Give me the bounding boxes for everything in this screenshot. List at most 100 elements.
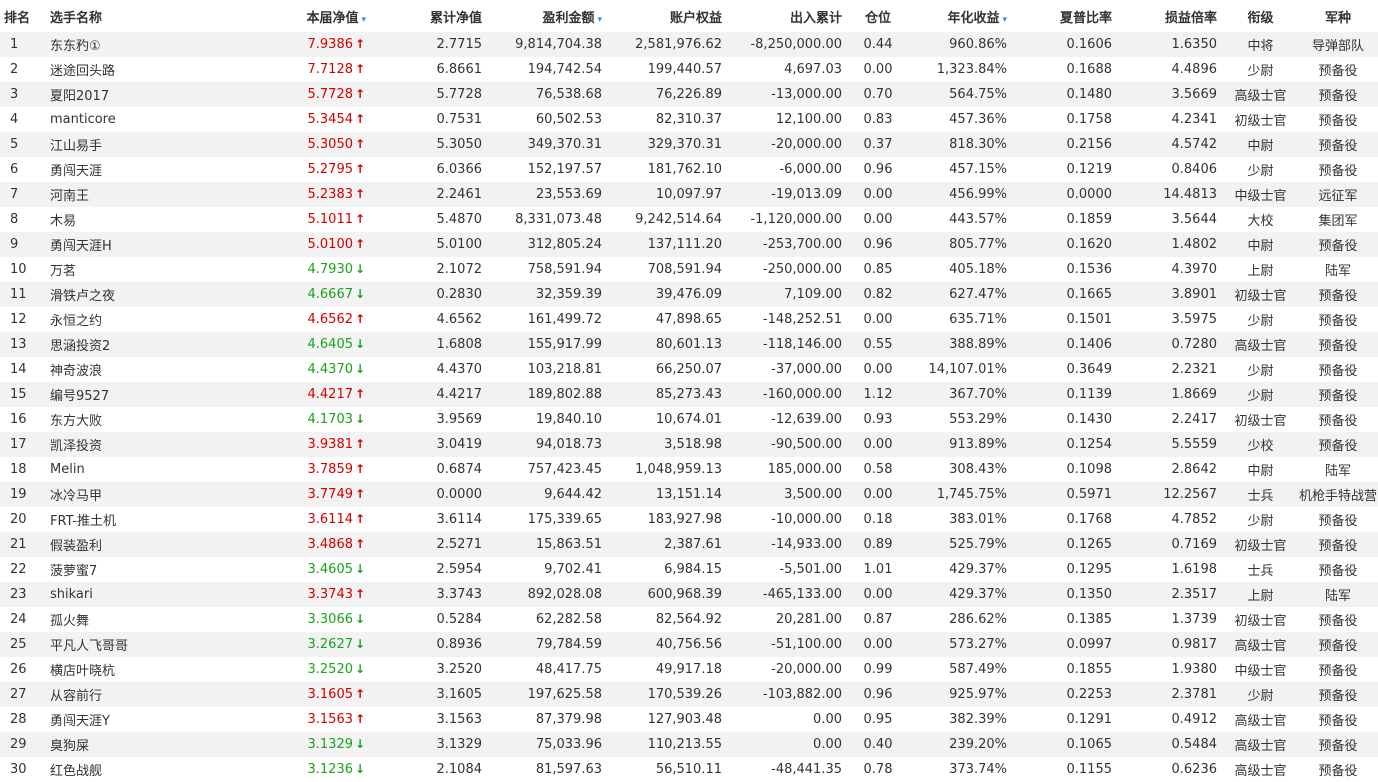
col-flow-header[interactable]: 出入累计: [728, 0, 848, 32]
cell-sharpe: 0.1350: [1066, 587, 1113, 602]
cell-position: 0.83: [863, 112, 893, 127]
cell-rank-title: 中尉: [1247, 239, 1274, 254]
cell-player-name[interactable]: 孤火舞: [44, 607, 248, 632]
table-row[interactable]: 2 迷途回头路 7.7128 ↑ 6.8661 194,742.54 199,440.57 4…: [0, 57, 1378, 82]
table-row[interactable]: 1 东东䂆① 7.9386 ↑ 2.7715 9,814,704.38 2,581,976.…: [0, 32, 1378, 57]
cell-player-name[interactable]: 勇闯天涯: [44, 157, 248, 182]
cell-pl-ratio: 4.3970: [1171, 262, 1218, 277]
cell-player-name[interactable]: 东东䂆①: [44, 32, 248, 57]
cell-equity: 10,674.01: [655, 412, 722, 427]
col-sharpe-header[interactable]: 夏普比率: [1013, 0, 1118, 32]
cell-player-name[interactable]: 勇闯天涯Y: [44, 707, 248, 732]
table-row[interactable]: 17 凯泽投资 3.9381 ↑ 3.0419 94,018.73 3,518.98 -90,…: [0, 432, 1378, 457]
cell-player-name[interactable]: 万茗: [44, 257, 248, 282]
cell-profit: 9,814,704.38: [515, 37, 602, 52]
sort-desc-icon[interactable]: ▾: [1002, 15, 1007, 25]
cell-player-name[interactable]: 河南王: [44, 182, 248, 207]
col-rank-title-header[interactable]: 衔级: [1223, 0, 1298, 32]
table-row[interactable]: 4 manticore 5.3454 ↑ 0.7531 60,502.53 82,310.3…: [0, 107, 1378, 132]
cell-player-name[interactable]: 迷途回头路: [44, 57, 248, 82]
cell-player-name[interactable]: 江山易手: [44, 132, 248, 157]
cell-current-nav: 3.4868 ↑: [248, 532, 378, 557]
cell-player-name[interactable]: 臭狗屎: [44, 732, 248, 757]
cell-player-name[interactable]: 编号9527: [44, 382, 248, 407]
cell-current-nav: 3.3066 ↓: [248, 607, 378, 632]
cell-player-name[interactable]: 红色战舰: [44, 757, 248, 782]
cell-flow: -13,000.00: [771, 87, 842, 102]
cell-position: 0.55: [863, 337, 893, 352]
col-position-header[interactable]: 仓位: [848, 0, 908, 32]
cell-player-name[interactable]: 木易: [44, 207, 248, 232]
table-row[interactable]: 21 假装盈利 3.4868 ↑ 2.5271 15,863.51 2,387.61 -14,…: [0, 532, 1378, 557]
cell-player-name[interactable]: 夏阳2017: [44, 82, 248, 107]
cell-equity: 183,927.98: [647, 512, 722, 527]
cell-rank: 28: [10, 712, 27, 727]
col-cum-nav-header[interactable]: 累计净值: [378, 0, 488, 32]
cell-cumulative-nav: 4.6562: [436, 312, 483, 327]
cell-cumulative-nav: 3.0419: [436, 437, 483, 452]
table-row[interactable]: 27 从容前行 3.1605 ↑ 3.1605 197,625.58 170,539.26-…: [0, 682, 1378, 707]
sort-desc-icon[interactable]: ▾: [361, 15, 366, 25]
cell-player-name[interactable]: 东方大败: [44, 407, 248, 432]
table-row[interactable]: 14 神奇波浪 4.4370 ↓ 4.4370 103,218.81 66,250.07 -3…: [0, 357, 1378, 382]
table-row[interactable]: 6 勇闯天涯 5.2795 ↑ 6.0366 152,197.57 181,762.10 -6…: [0, 157, 1378, 182]
cell-player-name[interactable]: 冰冷马甲: [44, 482, 248, 507]
col-pl-ratio-header[interactable]: 损益倍率: [1118, 0, 1223, 32]
table-row[interactable]: 28 勇闯天涯Y 3.1563 ↑ 3.1563 87,379.98 127,903.48 0…: [0, 707, 1378, 732]
table-row[interactable]: 11 滑铁卢之夜 4.6667 ↓ 0.2830 32,359.39 39,476.09 7,…: [0, 282, 1378, 307]
cell-equity: 6,984.15: [664, 562, 722, 577]
cell-player-name[interactable]: 滑铁卢之夜: [44, 282, 248, 307]
col-rank-header[interactable]: 排名: [0, 0, 44, 32]
cell-player-name[interactable]: 从容前行: [44, 682, 248, 707]
table-row[interactable]: 8 木易 5.1011 ↑ 5.4870 8,331,073.48 9,242,514.64…: [0, 207, 1378, 232]
cell-annual-return: 429.37%: [949, 587, 1007, 602]
table-row[interactable]: 10 万茗 4.7930 ↓ 2.1072 758,591.94 708,591.94 -25…: [0, 257, 1378, 282]
table-row[interactable]: 23 shikari 3.3743 ↑ 3.3743 892,028.08 600,968.…: [0, 582, 1378, 607]
table-row[interactable]: 9 勇闯天涯H 5.0100 ↑ 5.0100 312,805.24 137,111.20-…: [0, 232, 1378, 257]
cell-player-name[interactable]: manticore: [44, 107, 248, 132]
col-nav-header[interactable]: 本届净值 ▾: [248, 0, 378, 32]
cell-sharpe: 0.1139: [1066, 387, 1113, 402]
cell-rank-title: 士兵: [1247, 564, 1274, 579]
table-row[interactable]: 7 河南王 5.2383 ↑ 2.2461 23,553.69 10,097.97 -19,0…: [0, 182, 1378, 207]
cell-rank: 30: [10, 762, 27, 777]
col-branch-header[interactable]: 军种: [1298, 0, 1378, 32]
table-row[interactable]: 12 永恒之约 4.6562 ↑ 4.6562 161,499.72 47,898.65 -1…: [0, 307, 1378, 332]
table-row[interactable]: 5 江山易手 5.3050 ↑ 5.3050 349,370.31 329,370.31 -2…: [0, 132, 1378, 157]
cell-rank-title: 中级士官: [1234, 664, 1287, 679]
table-row[interactable]: 18 Melin 3.7859 ↑ 0.6874 757,423.45 1,048,959.…: [0, 457, 1378, 482]
cell-player-name[interactable]: 勇闯天涯H: [44, 232, 248, 257]
cell-player-name[interactable]: 假装盈利: [44, 532, 248, 557]
sort-desc-icon[interactable]: ▾: [597, 15, 602, 25]
cell-player-name[interactable]: 平凡人飞哥哥: [44, 632, 248, 657]
col-equity-header[interactable]: 账户权益: [608, 0, 728, 32]
col-annual-header[interactable]: 年化收益 ▾: [908, 0, 1013, 32]
table-row[interactable]: 25 平凡人飞哥哥 3.2627 ↓ 0.8936 79,784.59 40,756.56-…: [0, 632, 1378, 657]
cell-player-name[interactable]: 凯泽投资: [44, 432, 248, 457]
table-row[interactable]: 22 菠萝蜜7 3.4605 ↓ 2.5954 9,702.41 6,984.15 -5,50…: [0, 557, 1378, 582]
table-row[interactable]: 3 夏阳2017 5.7728 ↑ 5.7728 76,538.68 76,226.89 -1…: [0, 82, 1378, 107]
table-row[interactable]: 16 东方大败 4.1703 ↓ 3.9569 19,840.10 10,674.01 -12…: [0, 407, 1378, 432]
table-row[interactable]: 15 编号9527 4.4217 ↑ 4.4217 189,802.88 85,273.43…: [0, 382, 1378, 407]
cell-player-name[interactable]: 思涵投资2: [44, 332, 248, 357]
cell-profit: 87,379.98: [535, 712, 602, 727]
cell-player-name[interactable]: 神奇波浪: [44, 357, 248, 382]
table-row[interactable]: 26 横店叶晓杭 3.2520 ↓ 3.2520 48,417.75 49,917.18 -2…: [0, 657, 1378, 682]
nav-value: 5.7728: [307, 87, 354, 102]
cell-player-name[interactable]: Melin: [44, 457, 248, 482]
cell-player-name[interactable]: 菠萝蜜7: [44, 557, 248, 582]
table-row[interactable]: 13 思涵投资2 4.6405 ↓ 1.6808 155,917.99 80,601.13-…: [0, 332, 1378, 357]
table-row[interactable]: 19 冰冷马甲 3.7749 ↑ 0.0000 9,644.42 13,151.14 3,50…: [0, 482, 1378, 507]
cell-position: 0.96: [863, 237, 893, 252]
table-row[interactable]: 24 孤火舞 3.3066 ↓ 0.5284 62,282.58 82,564.92 20,2…: [0, 607, 1378, 632]
table-row[interactable]: 20 FRT-推土机 3.6114 ↑ 3.6114 175,339.65 183,927.…: [0, 507, 1378, 532]
col-name-header[interactable]: 选手名称: [44, 0, 248, 32]
table-row[interactable]: 30 红色战舰 3.1236 ↓ 2.1084 81,597.63 56,510.11 -48…: [0, 757, 1378, 782]
table-row[interactable]: 29 臭狗屎 3.1329 ↓ 3.1329 75,033.96 110,213.55 0.0…: [0, 732, 1378, 757]
cell-player-name[interactable]: FRT-推土机: [44, 507, 248, 532]
cell-player-name[interactable]: 永恒之约: [44, 307, 248, 332]
col-profit-header[interactable]: 盈利金额 ▾: [488, 0, 608, 32]
cell-player-name[interactable]: 横店叶晓杭: [44, 657, 248, 682]
table-body: 1 东东䂆① 7.9386 ↑ 2.7715 9,814,704.38 2,581,976.…: [0, 32, 1378, 782]
cell-player-name[interactable]: shikari: [44, 582, 248, 607]
